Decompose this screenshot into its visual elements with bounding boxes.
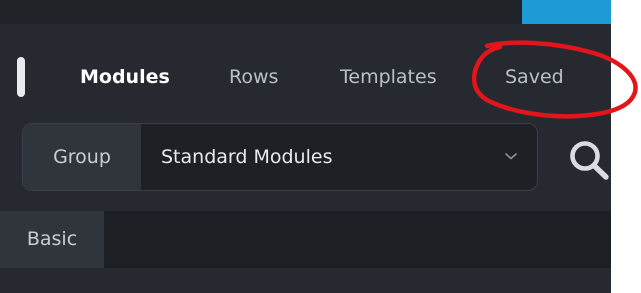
group-value[interactable]: Standard Modules	[161, 124, 332, 190]
group-select[interactable]: Group Standard Modules	[22, 123, 538, 191]
tab-templates[interactable]: Templates	[340, 62, 437, 92]
chevron-down-icon	[505, 153, 517, 160]
tab-modules[interactable]: Modules	[80, 62, 170, 92]
tab-handle[interactable]	[17, 57, 25, 97]
tab-saved[interactable]: Saved	[505, 62, 564, 92]
category-bar: Basic	[0, 211, 611, 268]
accent-button[interactable]	[522, 0, 611, 24]
tab-rows[interactable]: Rows	[229, 62, 278, 92]
group-label: Group	[23, 124, 141, 190]
top-strip	[0, 0, 611, 24]
category-tab-basic[interactable]: Basic	[0, 211, 104, 268]
search-icon[interactable]	[566, 138, 611, 180]
builder-panel: Modules Rows Templates Saved Group Stand…	[0, 0, 611, 293]
